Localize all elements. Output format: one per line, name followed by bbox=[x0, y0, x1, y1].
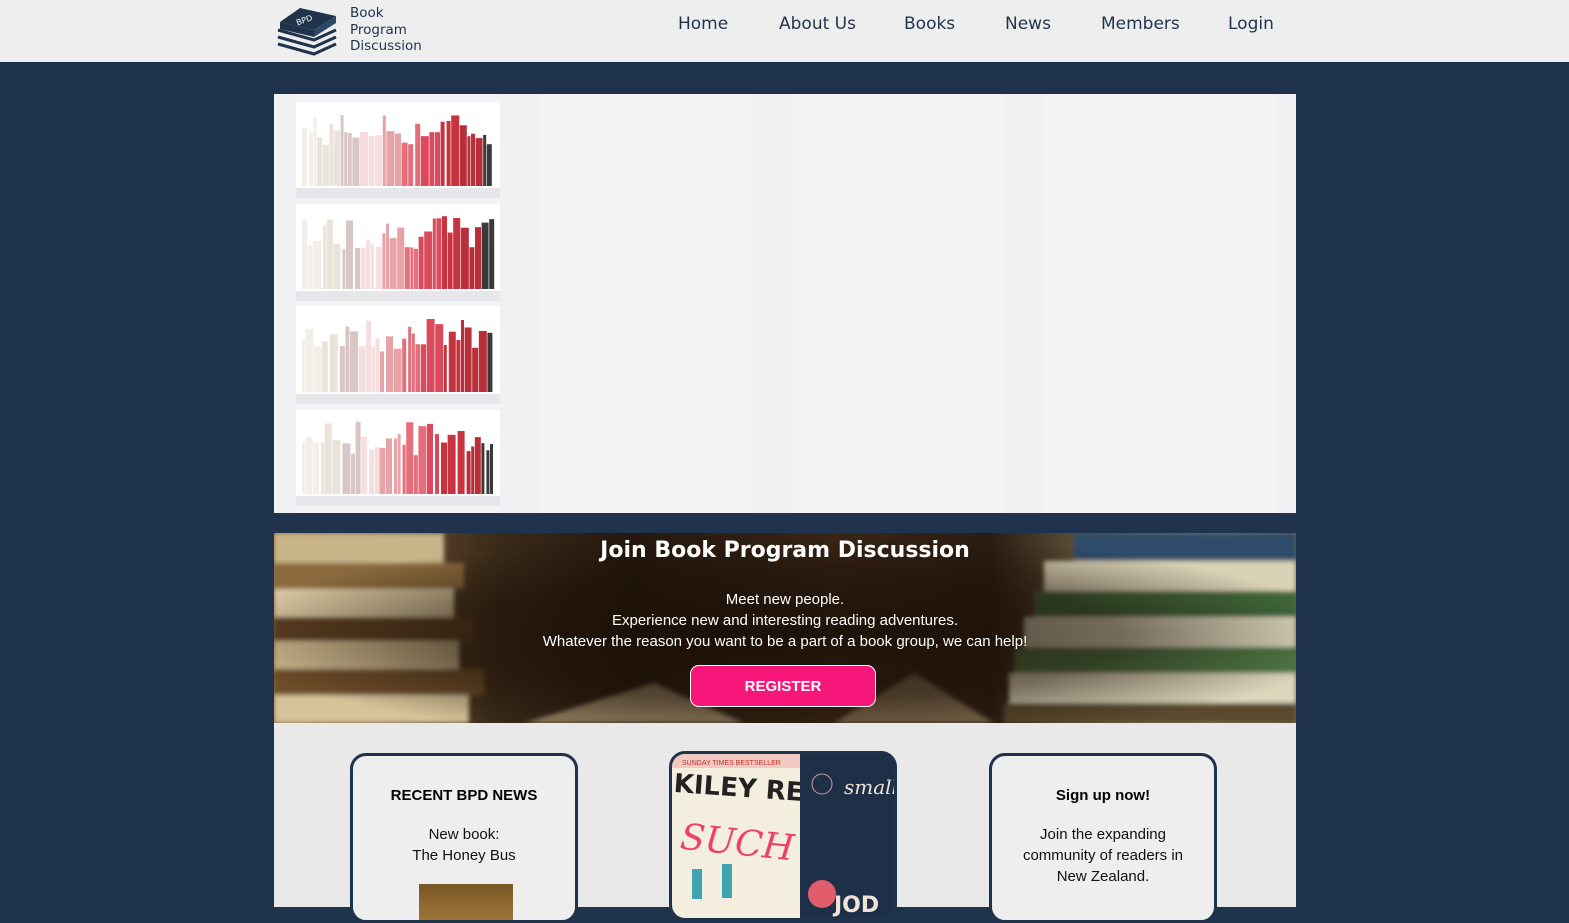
nav-about-us[interactable]: About Us bbox=[779, 14, 856, 34]
nav-members[interactable]: Members bbox=[1101, 14, 1180, 34]
nav-news[interactable]: News bbox=[1005, 14, 1051, 34]
main-nav: Home About Us Books News Members Login bbox=[0, 14, 1569, 38]
book-covers-image: SUNDAY TIMES BESTSELLER KILEY REID SUCH … bbox=[672, 754, 897, 918]
cover2-title: small great things bbox=[844, 775, 897, 799]
book-covers-card[interactable]: SUNDAY TIMES BESTSELLER KILEY REID SUCH … bbox=[669, 751, 897, 921]
nav-books[interactable]: Books bbox=[904, 14, 955, 34]
nav-login[interactable]: Login bbox=[1228, 14, 1274, 34]
hero-bookshelf-image bbox=[274, 94, 1296, 513]
join-title: Join Book Program Discussion bbox=[600, 538, 970, 563]
join-line: Experience new and interesting reading a… bbox=[611, 612, 959, 629]
join-description: Meet new people. Experience new and inte… bbox=[274, 589, 1296, 652]
join-banner: Join Book Program Discussion Meet new pe… bbox=[274, 533, 1296, 723]
feature-cards-section: RECENT BPD NEWS New book: The Honey Bus … bbox=[274, 723, 1296, 923]
cover-banner: SUNDAY TIMES BESTSELLER bbox=[682, 760, 781, 767]
news-card-book-title[interactable]: The Honey Bus bbox=[353, 845, 575, 866]
nav-home[interactable]: Home bbox=[678, 14, 728, 34]
logo-line: Discussion bbox=[350, 38, 422, 54]
signup-card-line: New Zealand. bbox=[1056, 868, 1150, 885]
signup-card-line: community of readers in bbox=[1022, 847, 1184, 864]
news-card-title: RECENT BPD NEWS bbox=[390, 787, 538, 804]
join-line: Meet new people. bbox=[725, 591, 845, 608]
signup-card-title: Sign up now! bbox=[1055, 787, 1151, 804]
signup-card[interactable]: Sign up now! Join the expanding communit… bbox=[989, 753, 1217, 923]
news-card[interactable]: RECENT BPD NEWS New book: The Honey Bus bbox=[350, 753, 578, 923]
join-line: Whatever the reason you want to be a par… bbox=[542, 633, 1028, 650]
cover2-author: JOD bbox=[832, 893, 879, 918]
book-cover-thumbnail[interactable] bbox=[419, 884, 513, 920]
bookshelf-illustration bbox=[274, 94, 1296, 513]
site-header: BPD Book Program Discussion Home About U… bbox=[0, 0, 1569, 62]
register-button[interactable]: REGISTER bbox=[690, 665, 876, 707]
signup-card-line: Join the expanding bbox=[1040, 826, 1166, 843]
news-card-line: New book: bbox=[428, 826, 500, 843]
